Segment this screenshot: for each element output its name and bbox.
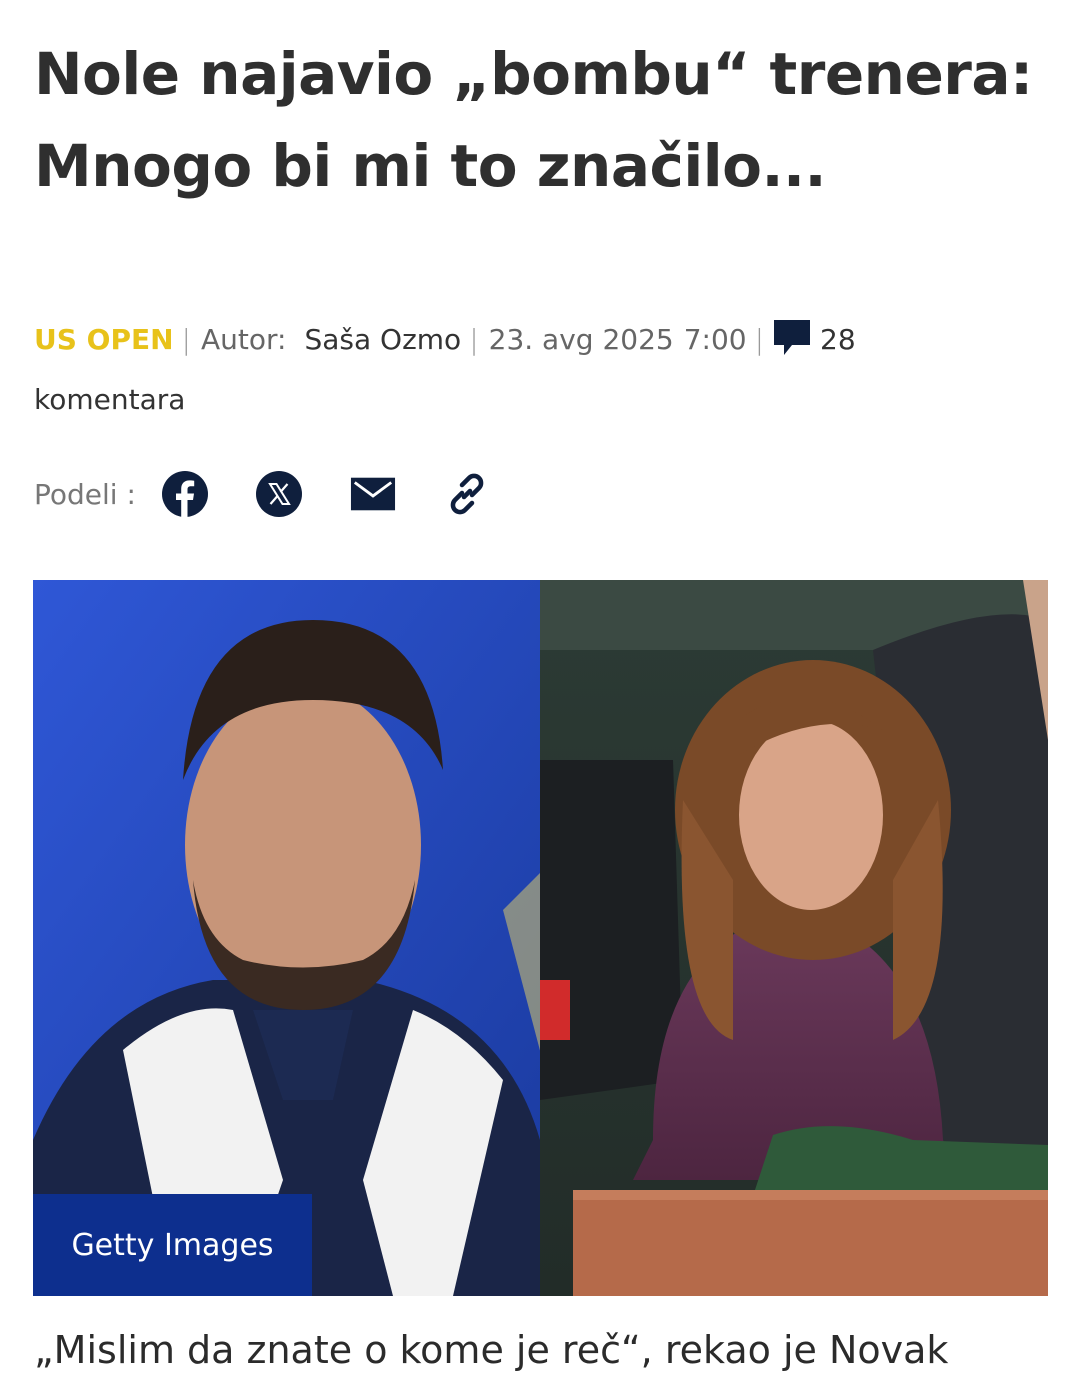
article-title: Nole najavio „bombu“ trenera: Mnogo bi m…: [34, 40, 1033, 200]
divider: |: [181, 323, 191, 356]
x-icon: [255, 471, 302, 517]
publish-date: 23. avg 2025: [488, 323, 674, 356]
mail-icon: [350, 477, 395, 511]
article-photo: [33, 580, 1048, 1296]
copy-link-button[interactable]: [444, 471, 490, 517]
comment-count[interactable]: 28: [820, 323, 856, 356]
share-label: Podeli :: [34, 477, 136, 511]
link-icon: [450, 473, 484, 515]
publish-time: 7:00: [683, 323, 747, 356]
image-credit: Getty Images: [33, 1194, 312, 1296]
x-share-button[interactable]: [255, 471, 302, 517]
category-link[interactable]: US OPEN: [34, 323, 174, 356]
divider: |: [754, 323, 765, 356]
comments-label[interactable]: komentara: [34, 378, 1044, 422]
facebook-icon: [161, 471, 208, 517]
article-lead: „Mislim da znate o kome je reč“, rekao j…: [34, 1328, 949, 1372]
article-image[interactable]: Getty Images: [33, 580, 1048, 1296]
share-bar: Podeli :: [34, 466, 538, 522]
author-name[interactable]: Saša Ozmo: [304, 323, 461, 356]
comment-icon[interactable]: [772, 318, 812, 358]
author-label: Autor:: [200, 323, 287, 356]
article-meta: US OPEN | Autor: Saša Ozmo | 23. avg 2025 7:00…: [34, 318, 1044, 422]
divider: |: [469, 323, 479, 356]
email-share-button[interactable]: [350, 471, 396, 517]
facebook-share-button[interactable]: [161, 471, 208, 517]
